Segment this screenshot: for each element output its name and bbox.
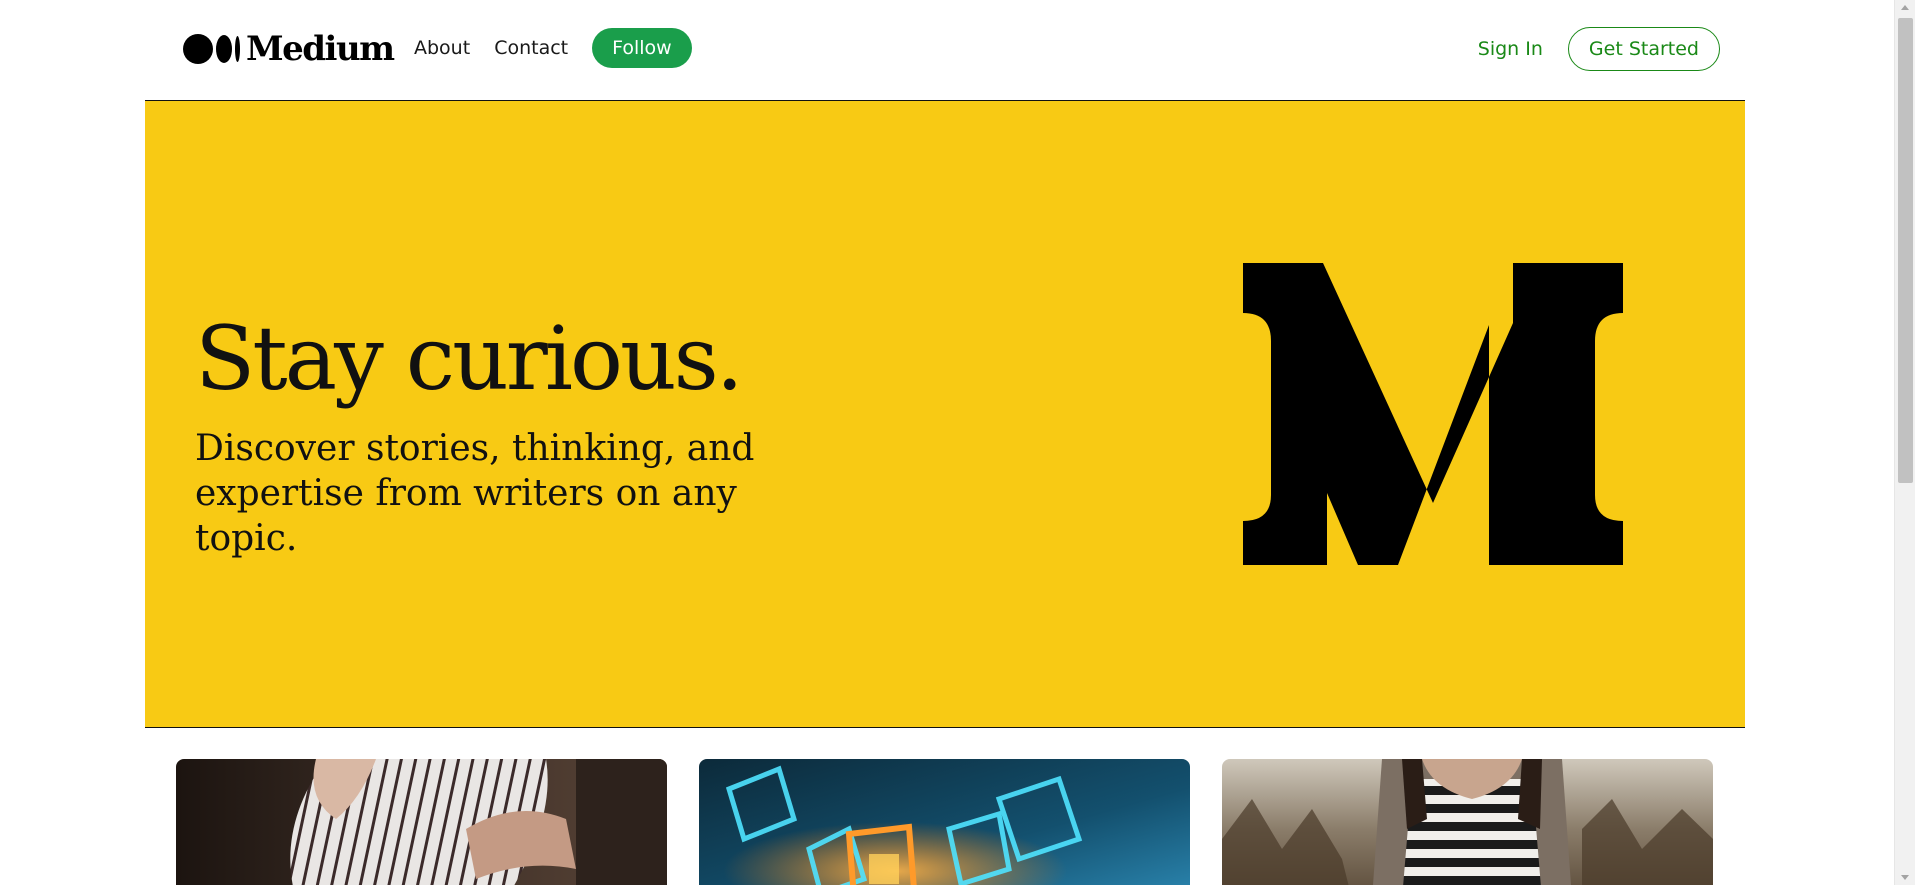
hero-banner: Stay curious. Discover stories, thinking… [145,101,1745,728]
follow-button[interactable]: Follow [592,28,692,68]
nav-contact-link[interactable]: Contact [494,28,568,68]
nav-about-link[interactable]: About [414,28,470,68]
scroll-up-arrow-icon[interactable] [1901,5,1909,10]
logo-text: Medium [246,29,395,69]
story-card-image[interactable] [176,759,667,885]
hero-subtitle: Discover stories, thinking, and expertis… [195,428,755,559]
person-striped-shirt-photo [176,759,667,885]
woman-striped-top-photo [1222,759,1713,885]
scrollbar-thumb[interactable] [1898,18,1913,483]
hero-title: Stay curious. [195,307,744,410]
story-card-image[interactable] [1222,759,1713,885]
auth-actions: Sign In Get Started [1478,27,1720,71]
site-header: Medium About Contact Follow Sign In Get … [145,0,1745,101]
sign-in-link[interactable]: Sign In [1478,38,1543,60]
glowing-cubes-photo [699,759,1190,885]
scroll-down-arrow-icon[interactable] [1901,875,1909,880]
get-started-button[interactable]: Get Started [1567,27,1720,71]
story-card-image[interactable] [699,759,1190,885]
vertical-scrollbar[interactable] [1894,0,1915,885]
medium-logo[interactable]: Medium [183,29,395,69]
story-cards [176,759,1714,885]
page: Medium About Contact Follow Sign In Get … [0,0,1915,885]
medium-m-icon [1243,263,1623,565]
medium-dots-icon [183,34,240,64]
main-nav: About Contact Follow [414,28,692,68]
